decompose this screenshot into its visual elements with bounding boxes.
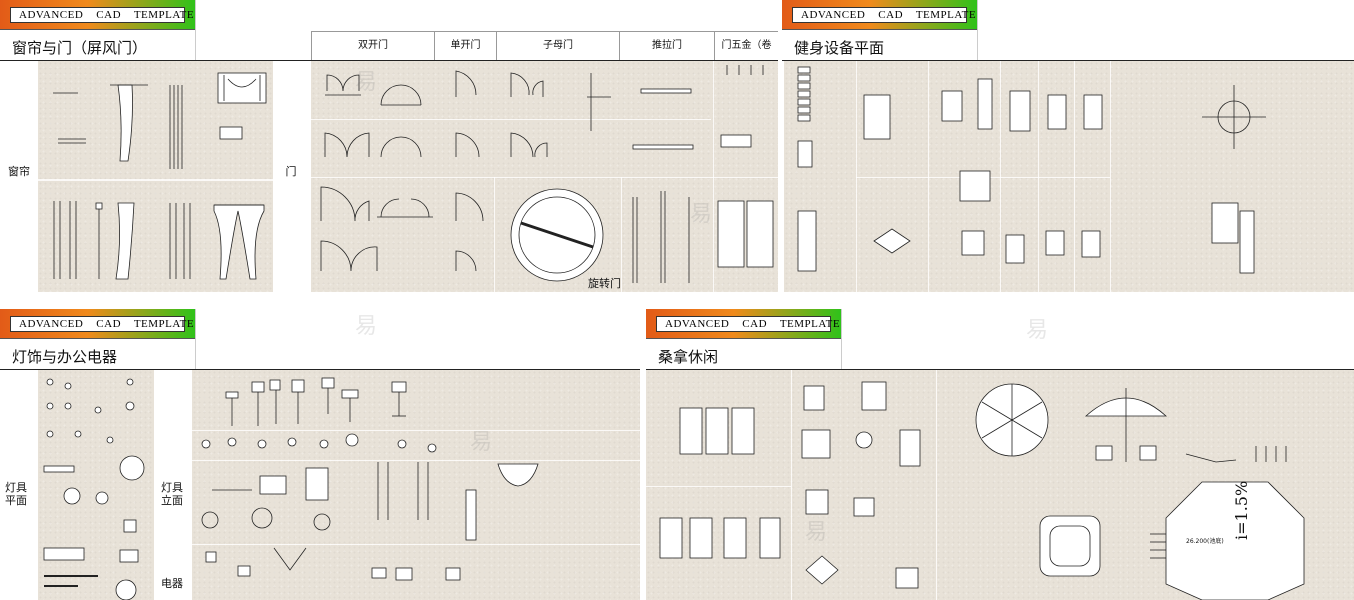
- template-badge: ADVANCED CAD TEMPLATE: [0, 0, 195, 30]
- lamp-elevation-label: 灯具 立面: [161, 481, 183, 507]
- curtain-label: 窗帘: [8, 165, 30, 178]
- pool-elevation-label: 26.200(池底): [1186, 538, 1224, 545]
- sheet-fitness: ADVANCED CAD TEMPLATE 健身设备平面: [782, 0, 1354, 295]
- door-panel: 旋转门: [311, 61, 778, 292]
- lamp-plan-panel: [38, 370, 154, 600]
- sheet-title: 桑拿休闲: [658, 348, 719, 366]
- fitness-drawings: [797, 66, 1266, 274]
- door-label: 门: [285, 165, 297, 178]
- sheet-title: 健身设备平面: [794, 39, 885, 57]
- appliance-label: 电器: [161, 577, 183, 590]
- sheet-lights: ADVANCED CAD TEMPLATE 灯饰与办公电器 灯具 平面 灯具 立面 …: [0, 309, 640, 600]
- sheet-sauna: ADVANCED CAD TEMPLATE 桑拿休闲 i=1.5% 26.200…: [646, 309, 1354, 600]
- lamp-elevation-drawings: [201, 377, 539, 581]
- col-door-hardware: 门五金（卷帘）: [714, 32, 778, 79]
- template-badge: ADVANCED CAD TEMPLATE: [646, 309, 841, 339]
- template-badge-text: ADVANCED CAD TEMPLATE: [656, 316, 840, 332]
- sheet-title: 灯饰与办公电器: [12, 348, 118, 366]
- curtain-panel: [38, 61, 273, 292]
- door-column-headers: 双开门 单开门 子母门 推拉门 门五金（卷帘）: [311, 31, 778, 79]
- lamp-plan-drawings: [43, 378, 145, 600]
- col-sliding-door: 推拉门: [619, 32, 714, 60]
- sheet-doors: ADVANCED CAD TEMPLATE 窗帘与门（屏风门） 双开门 单开门 …: [0, 0, 778, 295]
- sauna-panel: i=1.5% 26.200(池底): [646, 370, 1354, 600]
- template-badge: ADVANCED CAD TEMPLATE: [782, 0, 977, 30]
- sheet-title: 窗帘与门（屏风门）: [12, 39, 148, 57]
- pool-slope-label: i=1.5%: [1232, 480, 1251, 540]
- template-badge-text: ADVANCED CAD TEMPLATE: [10, 316, 194, 332]
- template-badge-text: ADVANCED CAD TEMPLATE: [10, 7, 194, 23]
- template-badge-text: ADVANCED CAD TEMPLATE: [792, 7, 976, 23]
- revolving-door-label: 旋转门: [588, 277, 621, 290]
- col-double-door: 双开门: [311, 32, 434, 60]
- template-badge: ADVANCED CAD TEMPLATE: [0, 309, 195, 339]
- lamp-plan-label: 灯具 平面: [5, 481, 27, 507]
- door-drawings: [320, 65, 774, 283]
- curtain-drawings: [53, 72, 267, 280]
- fitness-panel: [784, 61, 1354, 292]
- col-mother-child-door: 子母门: [496, 32, 619, 60]
- lamp-elevation-panel: [192, 370, 640, 600]
- col-single-door: 单开门: [434, 32, 496, 60]
